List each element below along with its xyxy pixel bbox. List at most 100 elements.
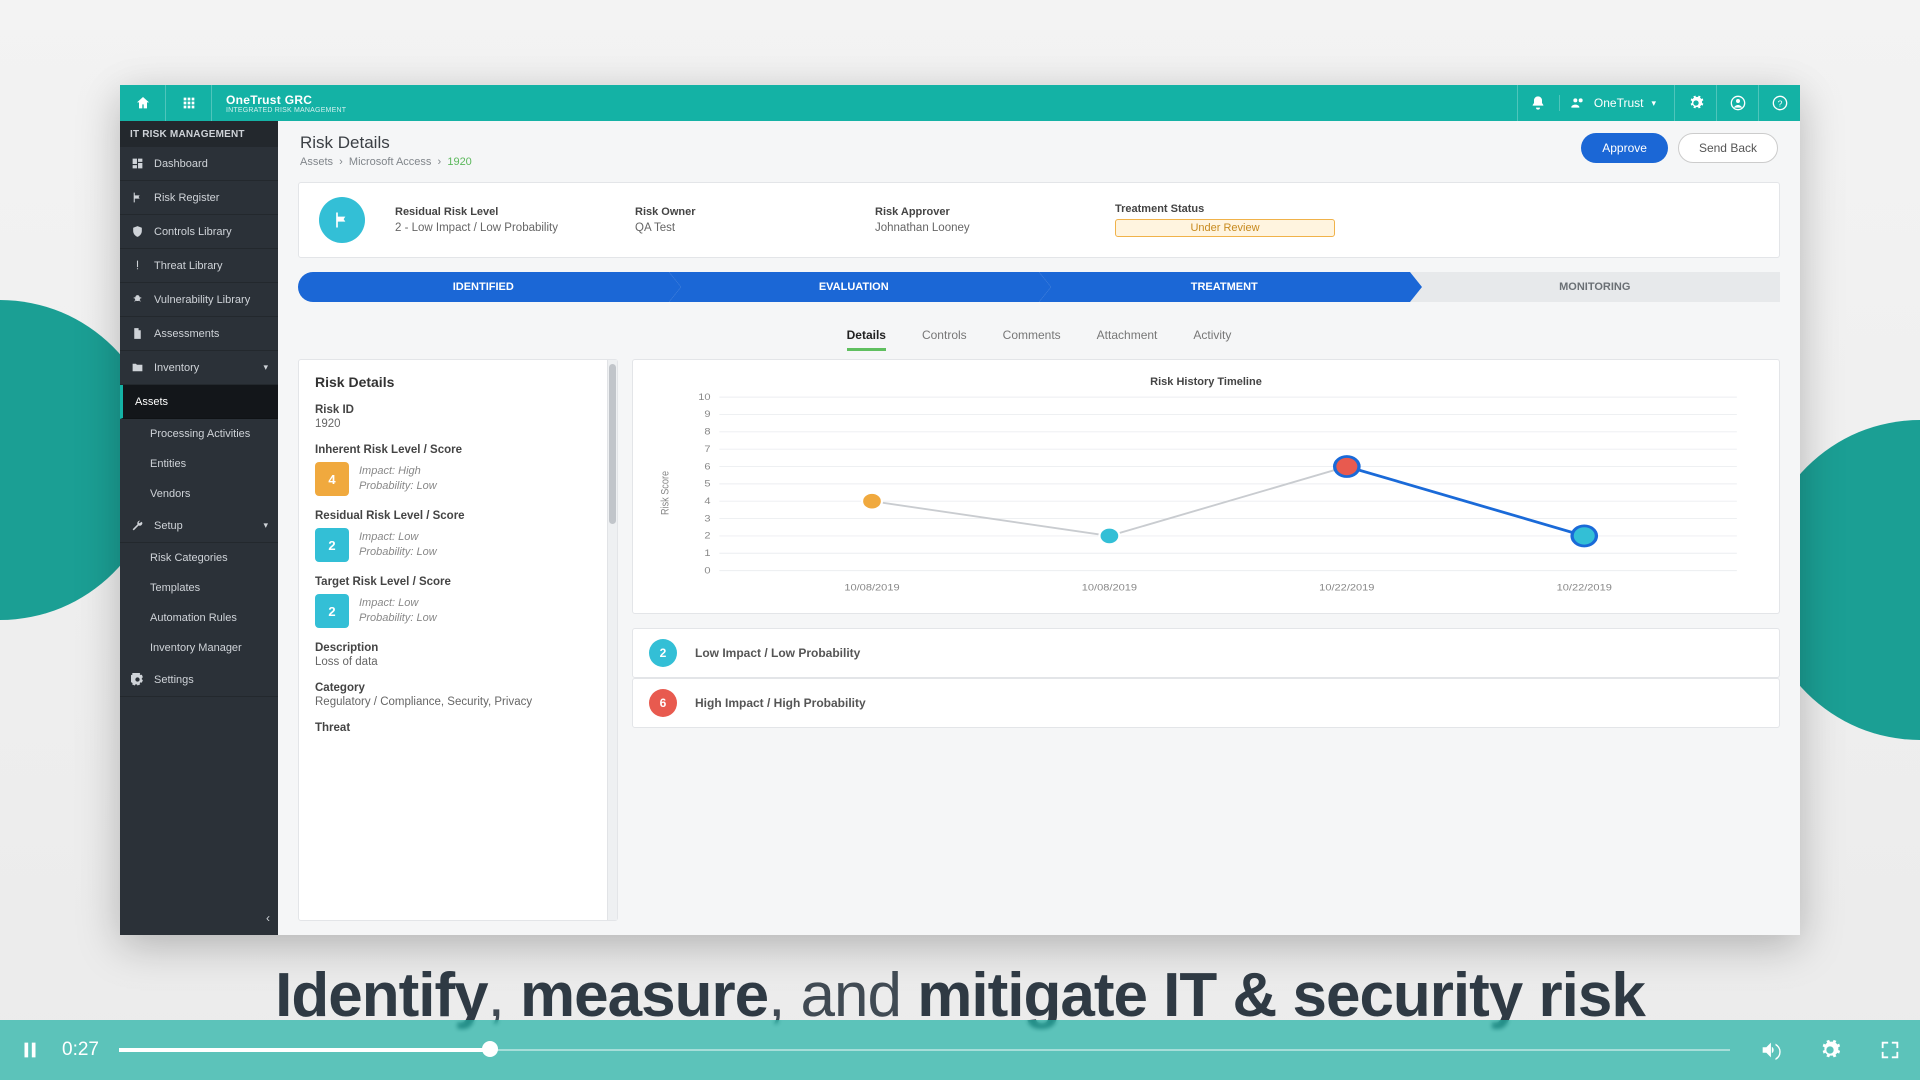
folder-icon bbox=[130, 361, 144, 375]
fullscreen-icon[interactable] bbox=[1860, 1020, 1920, 1080]
gear-icon bbox=[130, 673, 144, 687]
sidebar-item-processing-activities[interactable]: Processing Activities bbox=[120, 419, 278, 449]
workflow-stages: IDENTIFIEDEVALUATIONTREATMENTMONITORING bbox=[298, 272, 1780, 302]
approver-value: Johnathan Looney bbox=[875, 222, 1085, 234]
stage-monitoring[interactable]: MONITORING bbox=[1410, 272, 1781, 302]
sidebar-item-risk-register[interactable]: Risk Register bbox=[120, 181, 278, 215]
riskid-label: Risk ID bbox=[315, 404, 591, 416]
svg-text:?: ? bbox=[1777, 98, 1782, 108]
sidebar-item-vendors[interactable]: Vendors bbox=[120, 479, 278, 509]
legend-red[interactable]: 6High Impact / High Probability bbox=[632, 678, 1780, 728]
tab-controls[interactable]: Controls bbox=[922, 322, 967, 351]
owner-value: QA Test bbox=[635, 222, 845, 234]
riskid-value: 1920 bbox=[315, 418, 591, 430]
tab-attachment[interactable]: Attachment bbox=[1097, 322, 1158, 351]
app-window: OneTrust GRC INTEGRATED RISK MANAGEMENT … bbox=[120, 85, 1800, 935]
sidebar-item-threat-library[interactable]: Threat Library bbox=[120, 249, 278, 283]
tab-details[interactable]: Details bbox=[847, 322, 886, 351]
shield-icon bbox=[130, 225, 144, 239]
residual-probability: Probability: Low bbox=[359, 545, 437, 560]
bug-icon bbox=[130, 293, 144, 307]
residual-label: Residual Risk Level bbox=[395, 206, 605, 218]
crumb-assets[interactable]: Assets bbox=[300, 156, 333, 168]
tab-activity[interactable]: Activity bbox=[1193, 322, 1231, 351]
sidebar-item-dashboard[interactable]: Dashboard bbox=[120, 147, 278, 181]
svg-text:10/08/2019: 10/08/2019 bbox=[1082, 583, 1138, 593]
flag-icon bbox=[319, 197, 365, 243]
residual-score-badge: 2 bbox=[315, 528, 349, 562]
sidebar-item-settings[interactable]: Settings bbox=[120, 663, 278, 697]
send-back-button[interactable]: Send Back bbox=[1678, 133, 1778, 163]
sidebar-item-entities[interactable]: Entities bbox=[120, 449, 278, 479]
category-label: Category bbox=[315, 682, 591, 694]
target-impact: Impact: Low bbox=[359, 596, 437, 611]
settings-icon[interactable] bbox=[1800, 1020, 1860, 1080]
inherent-score-badge: 4 bbox=[315, 462, 349, 496]
volume-icon[interactable] bbox=[1740, 1020, 1800, 1080]
doc-icon bbox=[130, 327, 144, 341]
help-icon[interactable]: ? bbox=[1758, 85, 1800, 121]
sidebar-item-setup[interactable]: Setup▾ bbox=[120, 509, 278, 543]
sidebar-item-vulnerability-library[interactable]: Vulnerability Library bbox=[120, 283, 278, 317]
sidebar-item-controls-library[interactable]: Controls Library bbox=[120, 215, 278, 249]
inherent-label: Inherent Risk Level / Score bbox=[315, 444, 591, 456]
stage-treatment[interactable]: TREATMENT bbox=[1039, 272, 1410, 302]
residual-impact: Impact: Low bbox=[359, 530, 437, 545]
svg-text:5: 5 bbox=[704, 479, 711, 489]
sidebar-item-inventory[interactable]: Inventory▾ bbox=[120, 351, 278, 385]
seek-track[interactable] bbox=[119, 1047, 1730, 1053]
sidebar-item-risk-categories[interactable]: Risk Categories bbox=[120, 543, 278, 573]
approve-button[interactable]: Approve bbox=[1581, 133, 1668, 163]
users-icon bbox=[1570, 95, 1586, 111]
scrollbar[interactable] bbox=[607, 360, 617, 920]
legend-label: High Impact / High Probability bbox=[695, 696, 866, 710]
detail-tabs: Details Controls Comments Attachment Activit… bbox=[278, 322, 1800, 351]
tab-comments[interactable]: Comments bbox=[1003, 322, 1061, 351]
sidebar-item-automation-rules[interactable]: Automation Rules bbox=[120, 603, 278, 633]
stage-identified[interactable]: IDENTIFIED bbox=[298, 272, 669, 302]
description-label: Description bbox=[315, 642, 591, 654]
crumb-item[interactable]: Microsoft Access bbox=[349, 156, 432, 168]
svg-text:6: 6 bbox=[704, 462, 711, 472]
chevron-down-icon: ▾ bbox=[263, 520, 268, 531]
chevron-down-icon: ▾ bbox=[1651, 98, 1656, 109]
page-title: Risk Details bbox=[300, 133, 472, 153]
sidebar-title: IT RISK MANAGEMENT bbox=[120, 121, 278, 147]
inherent-probability: Probability: Low bbox=[359, 479, 437, 494]
tenant-switcher[interactable]: OneTrust ▾ bbox=[1559, 95, 1674, 111]
owner-label: Risk Owner bbox=[635, 206, 845, 218]
pause-button[interactable] bbox=[0, 1020, 60, 1080]
svg-text:10: 10 bbox=[698, 393, 711, 403]
legend-blue[interactable]: 2Low Impact / Low Probability bbox=[632, 628, 1780, 678]
summary-card: Residual Risk Level 2 - Low Impact / Low… bbox=[298, 182, 1780, 258]
svg-text:1: 1 bbox=[704, 549, 711, 559]
sidebar-item-inventory-manager[interactable]: Inventory Manager bbox=[120, 633, 278, 663]
seek-knob[interactable] bbox=[482, 1041, 498, 1057]
profile-icon[interactable] bbox=[1716, 85, 1758, 121]
category-value: Regulatory / Compliance, Security, Priva… bbox=[315, 696, 591, 708]
inherent-impact: Impact: High bbox=[359, 464, 437, 479]
svg-text:3: 3 bbox=[704, 514, 711, 524]
gear-icon[interactable] bbox=[1674, 85, 1716, 121]
approver-label: Risk Approver bbox=[875, 206, 1085, 218]
residual-detail-label: Residual Risk Level / Score bbox=[315, 510, 591, 522]
target-score-badge: 2 bbox=[315, 594, 349, 628]
description-value: Loss of data bbox=[315, 656, 591, 668]
treatment-status-label: Treatment Status bbox=[1115, 203, 1759, 215]
residual-value: 2 - Low Impact / Low Probability bbox=[395, 222, 605, 234]
target-label: Target Risk Level / Score bbox=[315, 576, 591, 588]
stage-evaluation[interactable]: EVALUATION bbox=[669, 272, 1040, 302]
alert-icon bbox=[130, 259, 144, 273]
scrollbar-thumb[interactable] bbox=[609, 364, 616, 524]
sidebar-item-assessments[interactable]: Assessments bbox=[120, 317, 278, 351]
collapse-sidebar-icon[interactable]: ‹ bbox=[266, 911, 270, 925]
sidebar-item-assets[interactable]: Assets bbox=[120, 385, 278, 419]
sidebar: IT RISK MANAGEMENT DashboardRisk Registe… bbox=[120, 121, 278, 935]
svg-text:Risk Score: Risk Score bbox=[660, 471, 672, 515]
bell-icon[interactable] bbox=[1517, 85, 1559, 121]
sidebar-item-templates[interactable]: Templates bbox=[120, 573, 278, 603]
home-icon[interactable] bbox=[120, 85, 166, 121]
legend-badge: 2 bbox=[649, 639, 677, 667]
apps-icon[interactable] bbox=[166, 85, 212, 121]
svg-text:4: 4 bbox=[704, 497, 711, 507]
